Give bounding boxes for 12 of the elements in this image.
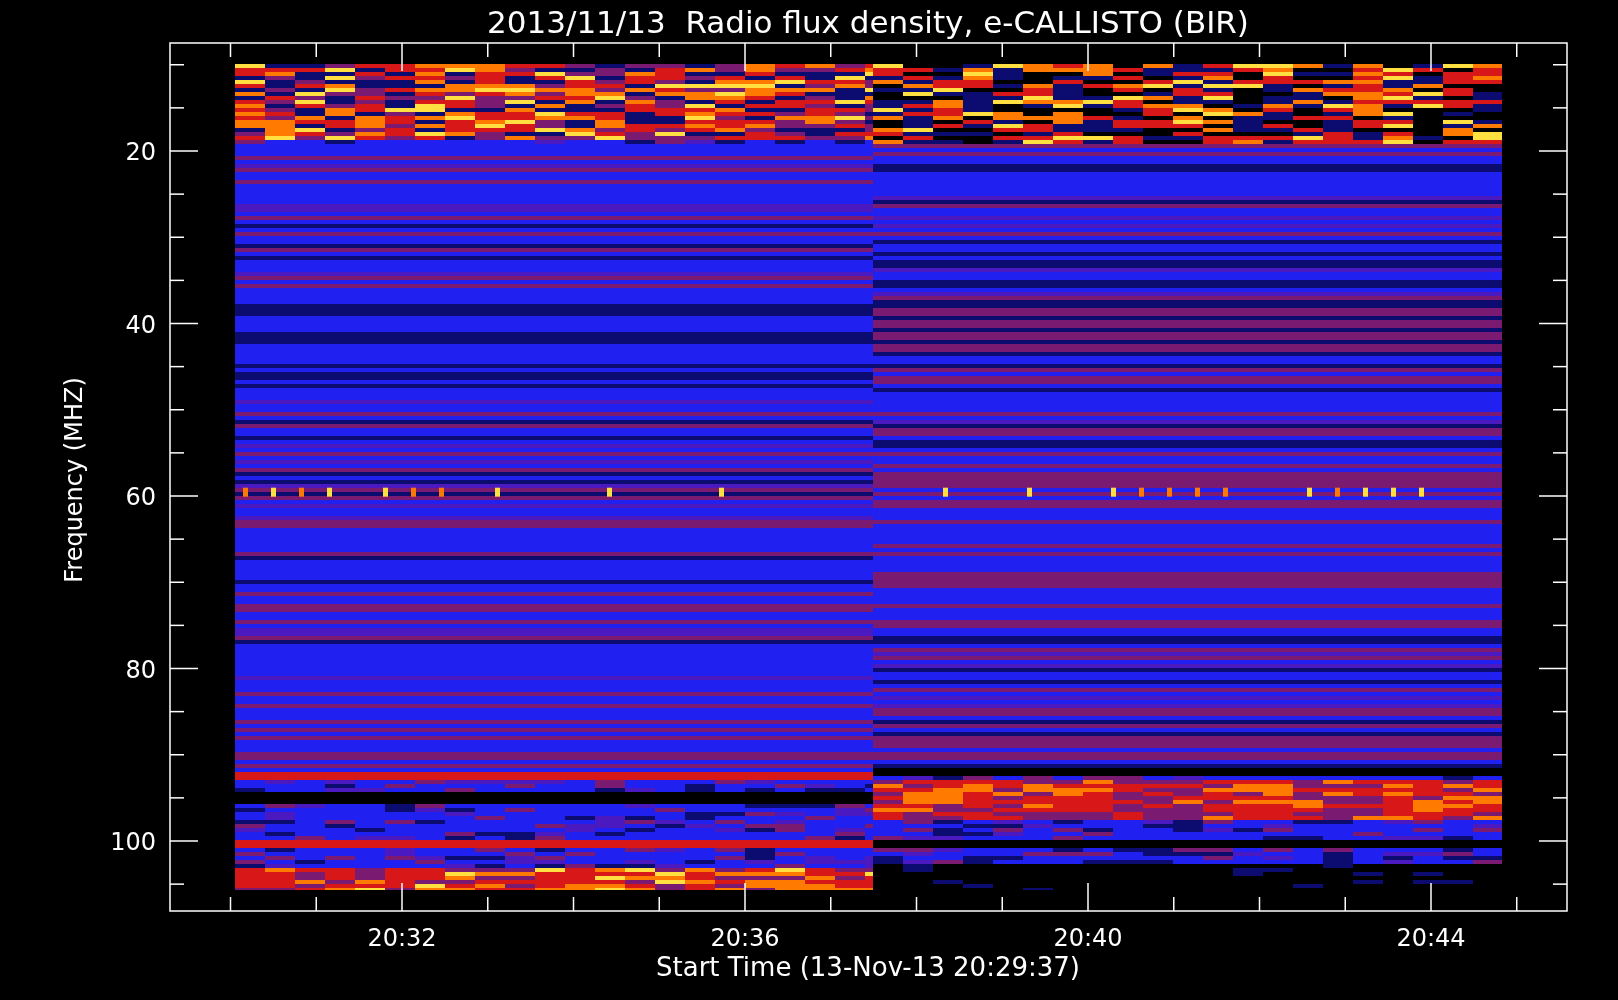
axis-title: Start Time (13-Nov-13 20:29:37) xyxy=(656,952,1080,982)
chart-title: 2013/11/13 Radio flux density, e-CALLISTO (BIR) xyxy=(487,4,1249,40)
axis-tick-label: 20:32 xyxy=(367,924,437,952)
axis-tick-label: 20:36 xyxy=(710,924,780,952)
axis-tick-label: 100 xyxy=(110,828,156,856)
axis-title: Frequency (MHZ) xyxy=(60,377,88,583)
axis-tick-label: 20 xyxy=(125,138,156,166)
axis-tick-label: 80 xyxy=(125,655,156,684)
axis-tick-label: 60 xyxy=(125,483,156,511)
axis-tick-label: 40 xyxy=(125,310,156,339)
axis-tick-label: 20:44 xyxy=(1396,924,1466,952)
axis-tick-label: 20:40 xyxy=(1053,924,1123,952)
